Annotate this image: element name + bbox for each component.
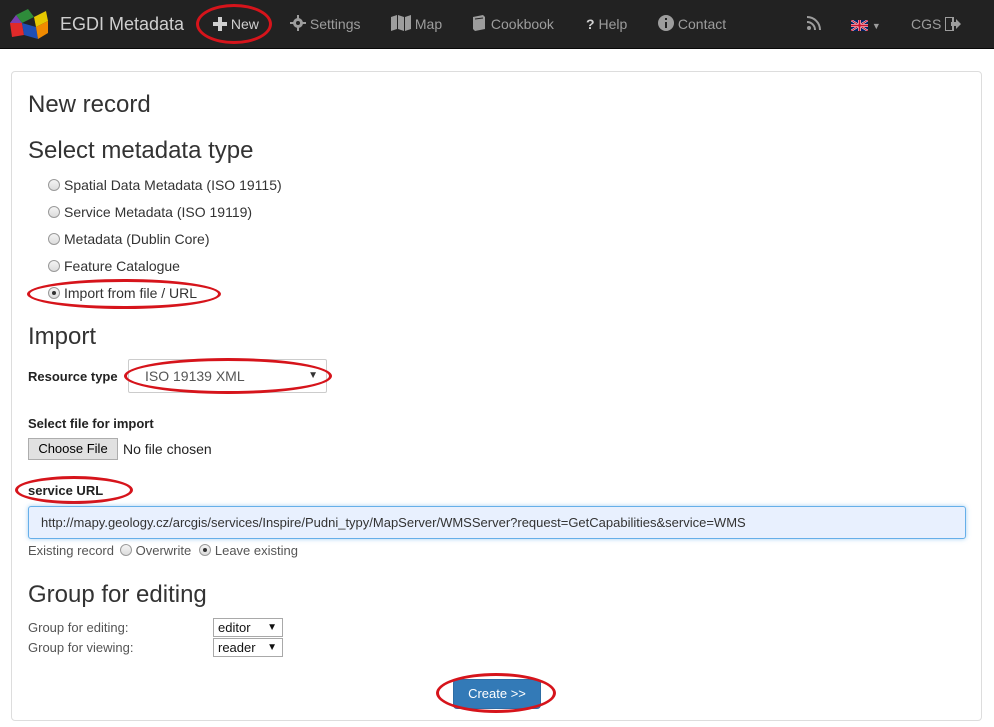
radio-label: Feature Catalogue bbox=[64, 258, 180, 274]
radio-button[interactable] bbox=[48, 233, 60, 245]
nav-new-label: New bbox=[230, 16, 259, 32]
leave-existing-label: Leave existing bbox=[214, 543, 298, 558]
nav-help-label: Help bbox=[598, 16, 628, 32]
user-name: CGS bbox=[911, 16, 942, 32]
resource-type-label: Resource type bbox=[28, 369, 118, 384]
logout-icon bbox=[944, 16, 962, 32]
service-url-label: service URL bbox=[28, 483, 104, 498]
import-heading: Import bbox=[28, 323, 97, 350]
radio-feature-catalogue[interactable]: Feature Catalogue bbox=[48, 256, 180, 276]
existing-record-label: Existing record bbox=[28, 543, 114, 558]
page-title: New record bbox=[28, 91, 151, 118]
overwrite-label: Overwrite bbox=[135, 543, 192, 558]
metadata-type-heading: Select metadata type bbox=[28, 137, 254, 164]
leave-existing-radio[interactable] bbox=[198, 544, 211, 556]
radio-button[interactable] bbox=[48, 206, 60, 218]
nav-settings[interactable]: Settings bbox=[290, 0, 360, 49]
caret-down-icon: ▼ bbox=[267, 622, 277, 633]
nav-contact[interactable]: Contact bbox=[658, 0, 726, 49]
nav-map-label: Map bbox=[414, 16, 443, 32]
resource-type-value: ISO 19139 XML bbox=[145, 368, 245, 384]
gear-icon bbox=[290, 15, 306, 31]
radio-label: Import from file / URL bbox=[64, 285, 198, 301]
radio-import-file-url[interactable]: Import from file / URL bbox=[48, 283, 197, 303]
brand-title: EGDI Metadata bbox=[60, 14, 185, 34]
plus-icon bbox=[213, 17, 227, 31]
top-navbar: EGDI Metadata New Settings Map Cookbook … bbox=[0, 0, 994, 49]
group-heading: Group for editing bbox=[28, 581, 207, 608]
rss-link[interactable] bbox=[806, 0, 822, 49]
group-edit-label: Group for editing: bbox=[28, 620, 129, 635]
info-icon bbox=[658, 15, 674, 31]
group-view-label: Group for viewing: bbox=[28, 640, 134, 655]
nav-help[interactable]: ? Help bbox=[586, 0, 627, 49]
group-edit-value: editor bbox=[218, 620, 251, 635]
uk-flag-icon bbox=[850, 19, 869, 32]
caret-down-icon: ▼ bbox=[308, 370, 318, 381]
nav-contact-label: Contact bbox=[677, 16, 727, 32]
group-view-value: reader bbox=[218, 640, 256, 655]
choose-file-button[interactable]: Choose File bbox=[28, 438, 118, 460]
resource-type-select[interactable]: ISO 19139 XML ▼ bbox=[128, 359, 327, 393]
user-logout[interactable]: CGS bbox=[911, 0, 962, 49]
radio-spatial-data[interactable]: Spatial Data Metadata (ISO 19115) bbox=[48, 175, 282, 195]
radio-button[interactable] bbox=[48, 260, 60, 272]
radio-label: Spatial Data Metadata (ISO 19115) bbox=[64, 177, 282, 193]
overwrite-radio[interactable] bbox=[119, 544, 132, 556]
language-dropdown[interactable]: ▼ bbox=[850, 0, 881, 49]
brand-link[interactable]: EGDI Metadata bbox=[10, 0, 200, 49]
radio-label: Service Metadata (ISO 19119) bbox=[64, 204, 253, 220]
map-icon bbox=[391, 15, 411, 31]
nav-new[interactable]: New bbox=[213, 0, 259, 49]
nav-cookbook[interactable]: Cookbook bbox=[471, 0, 554, 49]
caret-down-icon: ▼ bbox=[267, 642, 277, 653]
radio-service-metadata[interactable]: Service Metadata (ISO 19119) bbox=[48, 202, 252, 222]
nav-settings-label: Settings bbox=[309, 16, 361, 32]
radio-button-selected[interactable] bbox=[48, 287, 60, 299]
select-file-label: Select file for import bbox=[28, 416, 154, 431]
radio-button[interactable] bbox=[48, 179, 60, 191]
create-button[interactable]: Create >> bbox=[453, 679, 541, 709]
nav-cookbook-label: Cookbook bbox=[490, 16, 554, 32]
group-view-select[interactable]: reader ▼ bbox=[213, 638, 283, 657]
caret-down-icon: ▼ bbox=[871, 21, 881, 31]
radio-label: Metadata (Dublin Core) bbox=[64, 231, 210, 247]
logo-icon bbox=[10, 9, 48, 39]
service-url-input[interactable]: http://mapy.geology.cz/arcgis/services/I… bbox=[28, 506, 966, 539]
no-file-text: No file chosen bbox=[123, 441, 212, 457]
existing-record-row: Existing record Overwrite Leave existing bbox=[28, 543, 298, 558]
group-edit-select[interactable]: editor ▼ bbox=[213, 618, 283, 637]
radio-dublin-core[interactable]: Metadata (Dublin Core) bbox=[48, 229, 210, 249]
rss-icon bbox=[806, 16, 821, 31]
question-icon: ? bbox=[586, 16, 595, 32]
nav-map[interactable]: Map bbox=[391, 0, 442, 49]
book-icon bbox=[473, 15, 485, 31]
form-panel bbox=[11, 71, 982, 721]
